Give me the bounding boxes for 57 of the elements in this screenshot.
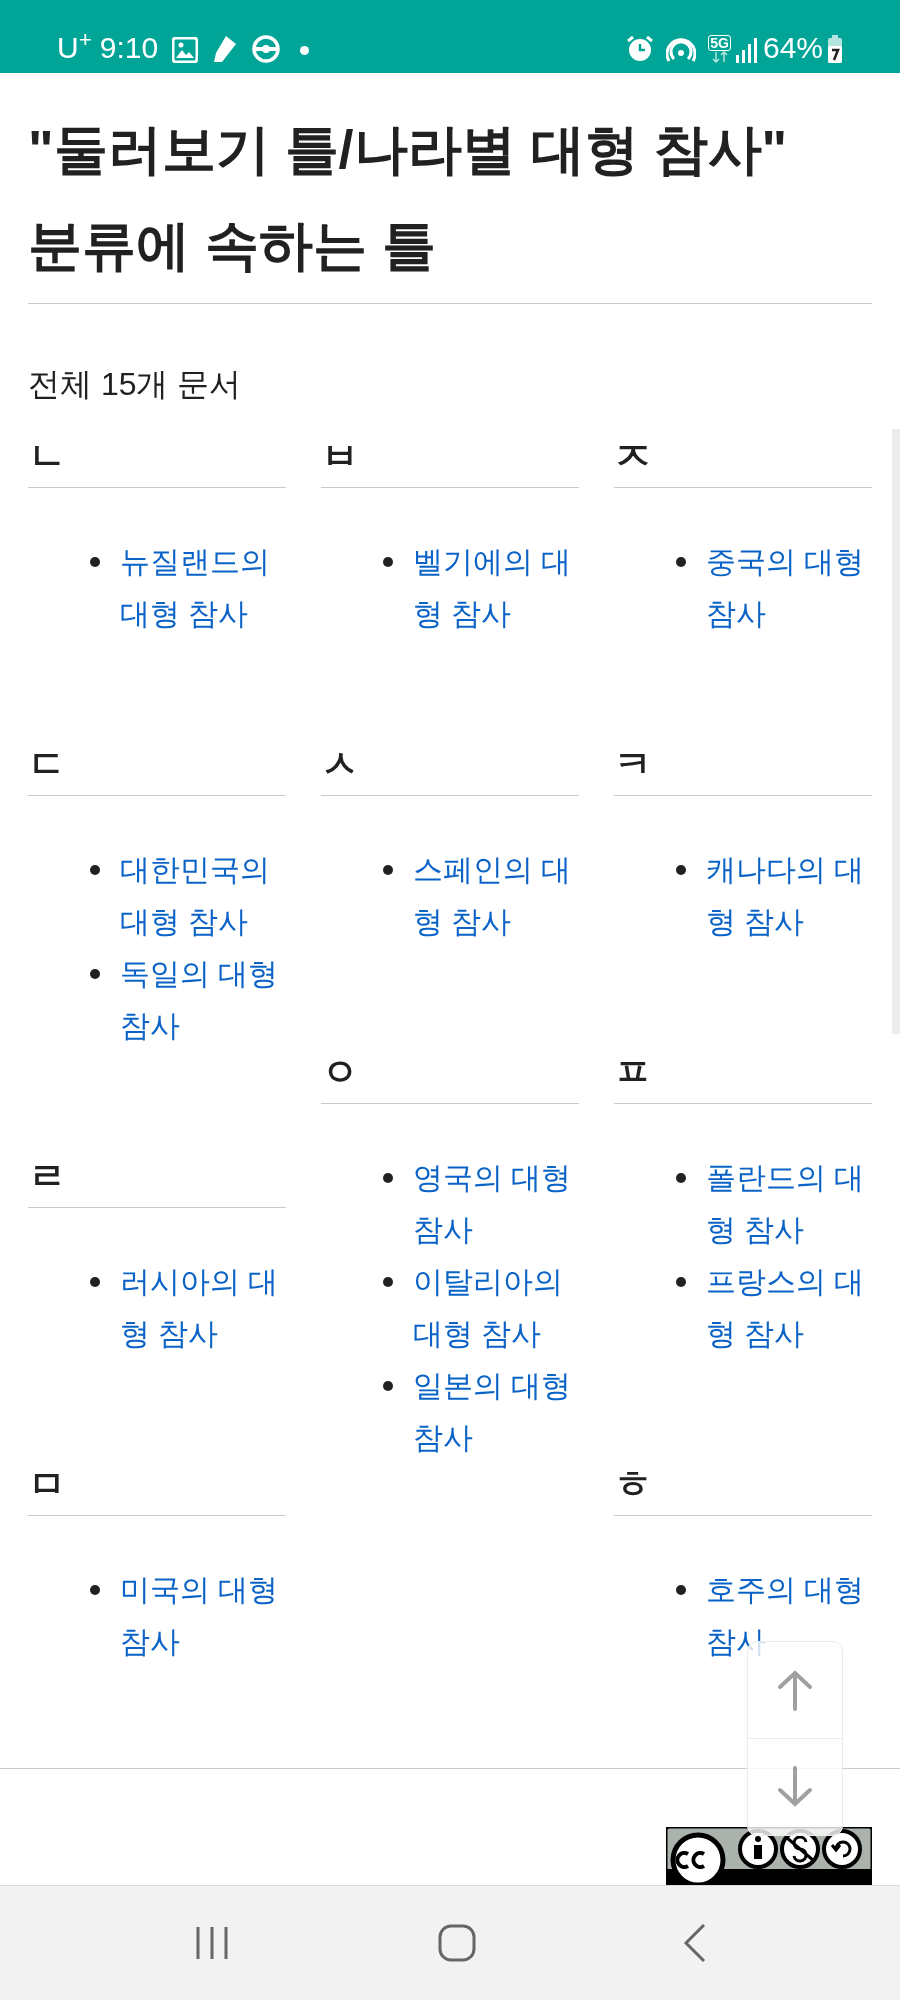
section-letter: ㅇ (321, 1052, 359, 1091)
bullet-icon (90, 1585, 100, 1595)
section-letter: ㅅ (321, 744, 359, 783)
bullet-icon (676, 1585, 686, 1595)
bullet-icon (676, 1277, 686, 1287)
section-letter: ㅁ (28, 1464, 66, 1503)
up-arrow-icon (777, 1669, 813, 1711)
bullet-icon (383, 1381, 393, 1391)
bullet-icon (676, 557, 686, 567)
section-letter: ㄹ (28, 1156, 66, 1195)
article-link[interactable]: 일본의 대형 참사 (413, 1360, 579, 1464)
battery-percent: 64% (762, 33, 823, 63)
battery-icon (827, 35, 843, 63)
network-indicator: 5G (708, 35, 731, 63)
article-link[interactable]: 러시아의 대형 참사 (120, 1256, 286, 1360)
section-letter: ㅎ (614, 1464, 652, 1503)
bullet-icon (676, 1173, 686, 1183)
bullet-icon (383, 557, 393, 567)
article-link[interactable]: 프랑스의 대형 참사 (706, 1256, 872, 1360)
bullet-icon (90, 557, 100, 567)
back-icon (681, 1923, 708, 1963)
bullet-icon (383, 1173, 393, 1183)
section-letter: ㅍ (614, 1052, 652, 1091)
article-link[interactable]: 독일의 대형 참사 (120, 948, 286, 1052)
article-link[interactable]: 이탈리아의 대형 참사 (413, 1256, 579, 1360)
bullet-icon (676, 865, 686, 875)
article-link[interactable]: 스페인의 대형 참사 (413, 844, 579, 948)
home-icon (437, 1923, 477, 1963)
hotspot-icon (666, 35, 697, 63)
clock: 9:10 (99, 33, 159, 63)
dot-icon (300, 46, 310, 55)
bullet-icon (90, 969, 100, 979)
article-link[interactable]: 미국의 대형 참사 (120, 1564, 286, 1668)
carrier: U$^{+}$ (57, 33, 92, 63)
bullet-icon (383, 1277, 393, 1287)
alarm-icon (626, 35, 655, 63)
article-link[interactable]: 대한민국의 대형 참사 (120, 844, 286, 948)
section-letter: ㄷ (28, 744, 66, 783)
section-letter: ㅈ (614, 436, 652, 475)
section-letter: ㅋ (614, 744, 652, 783)
article-link[interactable]: 중국의 대형 참사 (706, 536, 872, 640)
signal-icon (734, 37, 757, 63)
article-link[interactable]: 캐나다의 대형 참사 (706, 844, 872, 948)
article-link[interactable]: 폴란드의 대형 참사 (706, 1152, 872, 1256)
bullet-icon (90, 1277, 100, 1287)
ball-icon (252, 35, 281, 63)
bullet-icon (90, 865, 100, 875)
section-letter: ㄴ (28, 436, 66, 475)
down-arrow-icon (777, 1766, 813, 1808)
section-letter: ㅂ (321, 436, 359, 475)
page-title: "둘러보기 틀/나라별 대형 참사" 분류에 속하는 틀 (28, 101, 872, 304)
article-link[interactable]: 벨기에의 대형 참사 (413, 536, 579, 640)
bullet-icon (383, 865, 393, 875)
article-link[interactable]: 뉴질랜드의 대형 참사 (120, 536, 286, 640)
document-count: 전체 15개 문서 (28, 365, 243, 404)
article-link[interactable]: 영국의 대형 참사 (413, 1152, 579, 1256)
image-icon (172, 37, 199, 63)
